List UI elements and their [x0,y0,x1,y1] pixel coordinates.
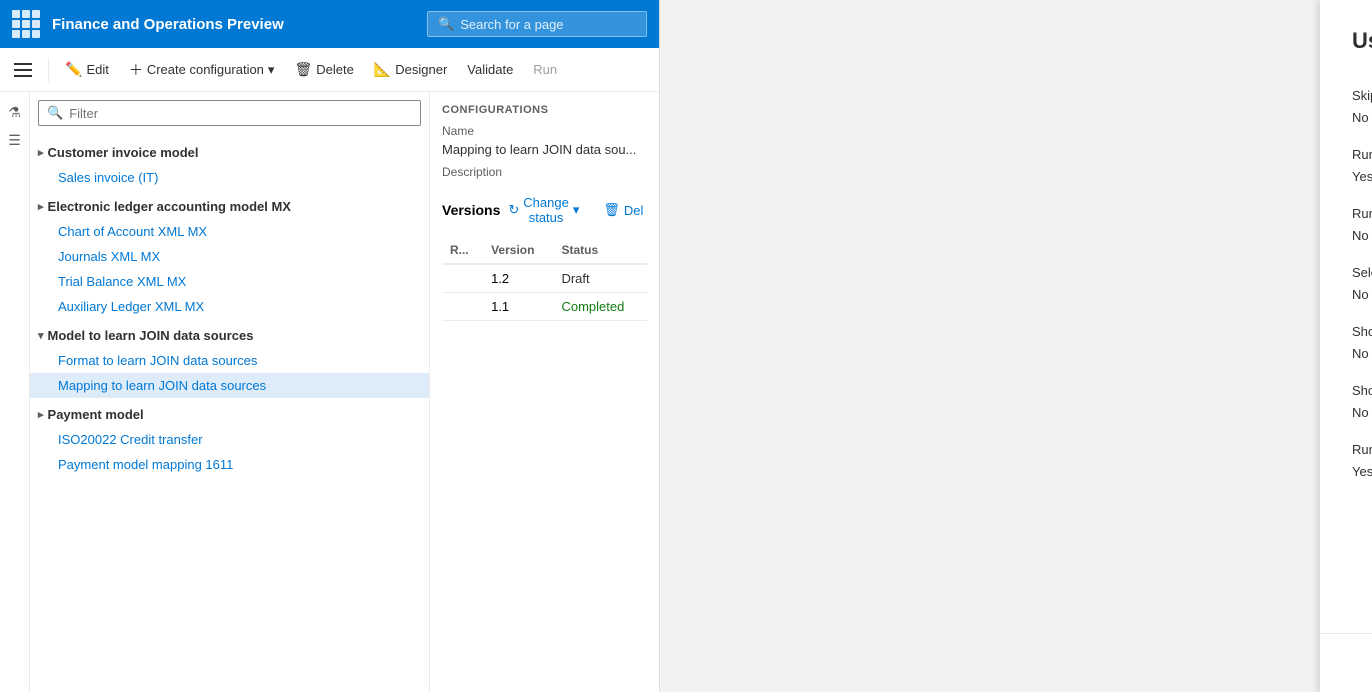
sidebar-filter-icon[interactable]: ⚗ [3,100,27,124]
param-debug-mode: Run in debug mode Yes [1352,137,1372,196]
tree-child-format-join[interactable]: Format to learn JOIN data sources [30,348,429,373]
validate-button[interactable]: Validate [459,58,521,81]
content-area: ⚗ ☰ 🔍 ▸ Customer invoice model Sales inv… [0,92,659,692]
tree-group-electronic-ledger: ▸ Electronic ledger accounting model MX … [30,192,429,321]
search-box[interactable]: 🔍 Search for a page [427,11,647,37]
name-value: Mapping to learn JOIN data sou... [442,142,647,157]
configurations-label: CONFIGURATIONS [442,104,647,116]
description-label: Description [442,165,647,179]
change-status-icon: ↻ [508,202,519,218]
dropdown-arrow-icon: ▾ [268,62,275,78]
tree-group-customer-invoice: ▸ Customer invoice model Sales invoice (… [30,138,429,192]
toolbar-separator [48,58,49,82]
filter-box[interactable]: 🔍 [38,100,421,126]
toolbar: ✏️ Edit ＋ Create configuration ▾ 🗑 Delet… [0,48,659,92]
tree-parent-label: Electronic ledger accounting model MX [48,199,291,214]
tree-parent-electronic-ledger[interactable]: ▸ Electronic ledger accounting model MX [30,194,429,219]
tree-child-iso20022-credit[interactable]: ISO20022 Credit transfer [30,427,429,452]
param-used-fields: Select used fields only (Experimental ..… [1352,255,1372,314]
table-row[interactable]: 1.1 Completed [442,293,647,321]
chevron-down-icon: ▾ [573,202,580,218]
chevron-icon: ▸ [38,146,44,159]
tree-child-trial-balance-xml-mx[interactable]: Trial Balance XML MX [30,269,429,294]
sidebar-list-icon[interactable]: ☰ [3,128,27,152]
app-grid-icon[interactable] [12,10,40,38]
user-parameters-dialog: User parameters Skip validation at confi… [1320,0,1372,692]
dialog-footer: OK Cancel [1320,633,1372,692]
params-grid: Skip validation at configuration's stat.… [1352,78,1372,491]
tree-parent-label: Payment model [48,407,144,422]
tree-parent-customer-invoice[interactable]: ▸ Customer invoice model [30,140,429,165]
param-file-gen-time: Show file generation time No [1352,314,1372,373]
delete-icon: 🗑 [294,61,312,78]
col-version: Version [483,237,553,264]
edit-button[interactable]: ✏️ Edit [57,57,117,82]
tree-list: ▸ Customer invoice model Sales invoice (… [30,134,429,692]
change-status-button[interactable]: ↻ Change status ▾ [500,191,587,229]
chevron-icon: ▸ [38,408,44,421]
search-icon: 🔍 [438,16,454,32]
name-label: Name [442,124,647,138]
create-configuration-button[interactable]: ＋ Create configuration ▾ [121,56,283,84]
chevron-icon: ▸ [38,200,44,213]
table-row[interactable]: 1.2 Draft [442,264,647,293]
versions-header: Versions ↻ Change status ▾ 🗑 Del [442,191,647,229]
dialog-title: User parameters [1352,28,1372,54]
tree-child-chart-xml-mx[interactable]: Chart of Account XML MX [30,219,429,244]
tree-child-journals-xml-mx[interactable]: Journals XML MX [30,244,429,269]
run-button[interactable]: Run [525,58,565,81]
delete-button[interactable]: 🗑 Delete [286,57,361,82]
edit-icon: ✏️ [65,61,82,78]
param-model-mapping: Run model mapping instead of format No [1352,196,1372,255]
tree-parent-label: Customer invoice model [48,145,199,160]
app-title: Finance and Operations Preview [52,16,415,33]
param-skip-validation: Skip validation at configuration's stat.… [1352,78,1372,137]
versions-table: R... Version Status 1.2 Draft 1.1 Comple [442,237,647,321]
tree-parent-payment-model[interactable]: ▸ Payment model [30,402,429,427]
plus-icon: ＋ [129,60,143,80]
tree-parent-label: Model to learn JOIN data sources [48,328,254,343]
hamburger-button[interactable] [8,54,40,86]
tree-group-payment-model: ▸ Payment model ISO20022 Credit transfer… [30,400,429,479]
designer-button[interactable]: 📐 Designer [366,57,455,82]
tree-child-auxiliary-ledger-xml-mx[interactable]: Auxiliary Ledger XML MX [30,294,429,319]
delete-icon: 🗑 [603,202,620,218]
tree-child-payment-model-mapping[interactable]: Payment model mapping 1611 [30,452,429,477]
col-status: Status [553,237,647,264]
filter-input[interactable] [69,106,412,121]
main-panel: CONFIGURATIONS Name Mapping to learn JOI… [430,92,659,692]
versions-actions: ↻ Change status ▾ 🗑 Del [500,191,651,229]
chevron-icon: ▾ [38,329,44,342]
search-placeholder: Search for a page [460,17,563,32]
col-r: R... [442,237,483,264]
sidebar: ⚗ ☰ [0,92,30,692]
params-left-col: Skip validation at configuration's stat.… [1352,78,1372,491]
filter-icon: 🔍 [47,105,63,121]
tree-panel: 🔍 ▸ Customer invoice model Sales invoice… [30,92,430,692]
param-run-settings: Run settings Yes [1352,432,1372,491]
dialog-body: User parameters Skip validation at confi… [1320,0,1372,633]
versions-title: Versions [442,202,500,218]
top-bar: Finance and Operations Preview 🔍 Search … [0,0,659,48]
tree-group-model-join: ▾ Model to learn JOIN data sources Forma… [30,321,429,400]
designer-icon: 📐 [374,61,391,78]
delete-version-button[interactable]: 🗑 Del [595,191,651,229]
left-panel: Finance and Operations Preview 🔍 Search … [0,0,660,692]
tree-child-mapping-join[interactable]: Mapping to learn JOIN data sources [30,373,429,398]
param-partial-import: Show partial import/export No [1352,373,1372,432]
tree-child-sales-invoice-it[interactable]: Sales invoice (IT) [30,165,429,190]
tree-parent-model-join[interactable]: ▾ Model to learn JOIN data sources [30,323,429,348]
